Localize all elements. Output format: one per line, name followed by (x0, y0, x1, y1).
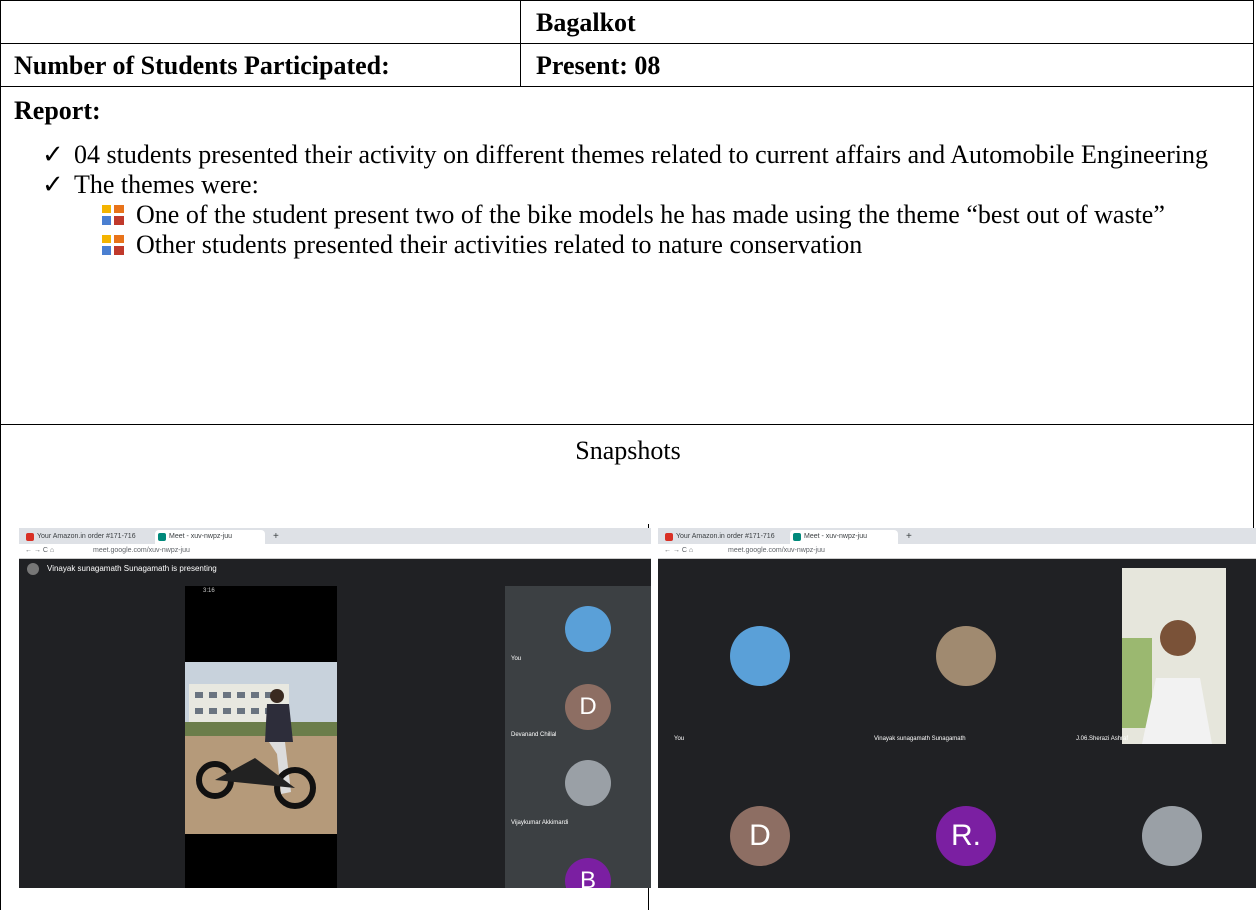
participant-tile: You (505, 586, 651, 664)
browser-tab: Your Amazon.in order #171-716 (662, 530, 786, 544)
url-text: meet.google.com/xuv-nwpz-juu (93, 547, 190, 554)
participant-avatar: D (565, 684, 611, 730)
participant-avatar: D (730, 806, 790, 866)
theme-item: One of the student present two of the bi… (22, 200, 1212, 230)
participant-name: Vinayak sunagamath Sunagamath (874, 736, 966, 742)
presenting-banner: Vinayak sunagamath Sunagamath is present… (19, 559, 651, 581)
participant-name: You (674, 736, 685, 742)
phone-status: 3:16 (203, 588, 215, 594)
screenshot-right: Your Amazon.in order #171-716 Meet - xuv… (658, 528, 1256, 888)
browser-tab-bar: Your Amazon.in order #171-716 Meet - xuv… (658, 528, 1256, 544)
browser-tab: Meet - xuv-nwpz-juu (155, 530, 265, 544)
theme-item: Other students presented their activitie… (22, 230, 1242, 260)
participant-name: You (511, 656, 522, 662)
address-bar: ← → C ⌂ meet.google.com/xuv-nwpz-juu (658, 544, 1256, 559)
participant-avatar (565, 606, 611, 652)
row-divider-2 (0, 86, 1254, 87)
nav-icons: ← → C ⌂ (664, 547, 694, 554)
report-heading: Report: (14, 96, 101, 125)
new-tab-icon: + (273, 531, 279, 542)
row-divider-3 (0, 424, 1254, 425)
video-person (1122, 568, 1226, 744)
address-bar: ← → C ⌂ meet.google.com/xuv-nwpz-juu (19, 544, 651, 559)
students-value: Present: 08 (536, 51, 661, 80)
phone-screen: 3:16 (185, 586, 337, 888)
theme-item-text: Other students presented their activitie… (136, 230, 863, 259)
new-tab-icon: + (906, 531, 912, 542)
checkmark-icon: ✓ (42, 140, 64, 169)
participant-tile: Vijaykumar Akkimardi (505, 750, 651, 830)
checkmark-icon: ✓ (42, 170, 64, 199)
meet-icon (793, 533, 801, 541)
tab-title: Meet - xuv-nwpz-juu (169, 533, 233, 540)
camera-video (1122, 568, 1226, 744)
participant-avatar (1142, 806, 1202, 866)
gmail-icon (665, 533, 673, 541)
row-divider-1 (0, 43, 1254, 44)
gmail-icon (26, 533, 34, 541)
theme-item-text: One of the student present two of the bi… (136, 200, 1165, 229)
participant-avatar (565, 760, 611, 806)
participant-avatar: R. (936, 806, 996, 866)
table-top-border (0, 0, 1254, 1)
column-divider (520, 0, 521, 87)
report-item: ✓ The themes were: (22, 170, 1242, 200)
screenshot-left: Your Amazon.in order #171-716 Meet - xuv… (19, 528, 651, 888)
participant-tile: D Devanand Chillal (505, 668, 651, 744)
report-item: ✓ 04 students presented their activity o… (22, 140, 1212, 170)
report-item-text: 04 students presented their activity on … (74, 140, 1209, 169)
presenter-avatar (27, 563, 39, 575)
bullet-flag-icon (102, 205, 124, 225)
participant-avatar (936, 626, 996, 686)
place-name: Bagalkot (536, 8, 636, 37)
participant-panel: You D Devanand Chillal Vijaykumar Akkima… (505, 586, 651, 888)
participant-name: Vijaykumar Akkimardi (511, 820, 569, 826)
tab-title: Your Amazon.in order #171-716 (37, 533, 136, 540)
nav-icons: ← → C ⌂ (25, 547, 55, 554)
report-list: ✓ 04 students presented their activity o… (22, 140, 1242, 260)
browser-tab: Meet - xuv-nwpz-juu (790, 530, 898, 544)
participant-avatar: B (565, 858, 611, 888)
participant-avatar (730, 626, 790, 686)
bullet-flag-icon (102, 235, 124, 255)
url-text: meet.google.com/xuv-nwpz-juu (728, 547, 825, 554)
students-label: Number of Students Participated: (14, 51, 390, 80)
phone-photo (185, 662, 337, 834)
participant-name: Devanand Chillal (511, 732, 557, 738)
browser-tab-bar: Your Amazon.in order #171-716 Meet - xuv… (19, 528, 651, 544)
participant-name: J.06.Sherazi Ashraf (1076, 736, 1129, 742)
snapshots-title: Snapshots (575, 436, 681, 465)
browser-tab: Your Amazon.in order #171-716 (23, 530, 151, 544)
participant-tile: B (505, 834, 651, 888)
tab-title: Meet - xuv-nwpz-juu (804, 533, 868, 540)
meet-icon (158, 533, 166, 541)
presenting-text: Vinayak sunagamath Sunagamath is present… (47, 564, 217, 573)
tab-title: Your Amazon.in order #171-716 (676, 533, 775, 540)
report-item-text: The themes were: (74, 170, 259, 199)
